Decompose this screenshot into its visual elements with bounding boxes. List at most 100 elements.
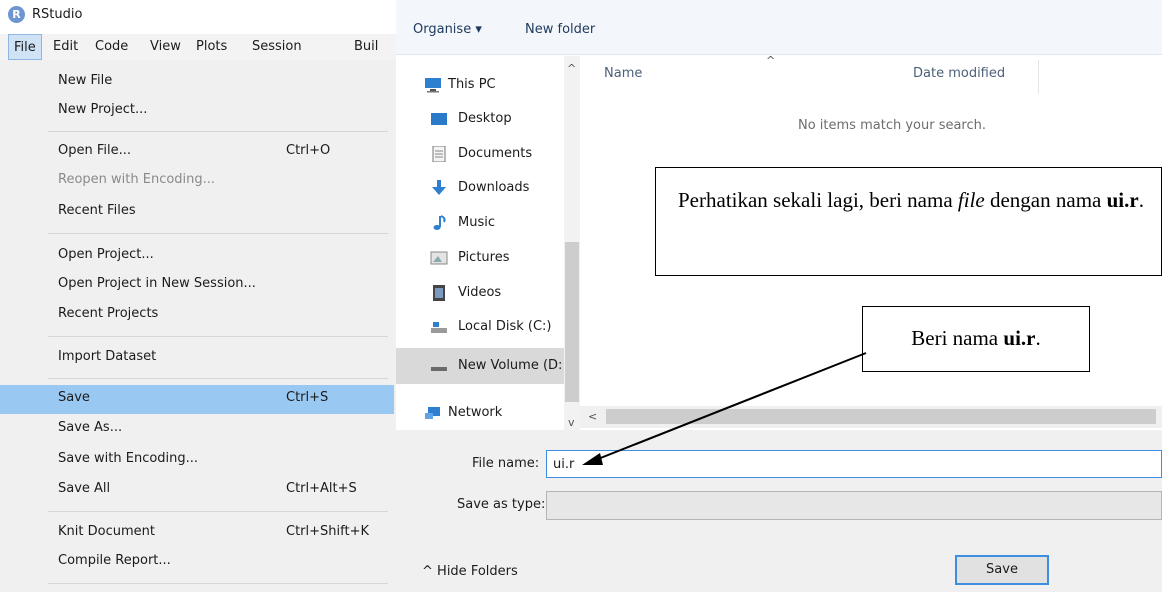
nav-label: Local Disk (C:)	[458, 319, 552, 334]
scroll-up-arrow-icon[interactable]: ^	[567, 62, 576, 75]
download-arrow-icon	[432, 180, 446, 195]
menu-item-shortcut: Ctrl+Shift+K	[286, 524, 369, 539]
nav-label: New Volume (D:	[458, 358, 563, 373]
rstudio-titlebar: R RStudio	[0, 0, 396, 30]
nav-item-new-volume[interactable]: New Volume (D:	[396, 348, 564, 384]
menu-item-recent-files[interactable]: Recent Files	[0, 198, 394, 227]
save-button[interactable]: Save	[955, 555, 1049, 585]
menu-code[interactable]: Code	[95, 34, 128, 60]
menu-item-label: Compile Report...	[58, 553, 171, 568]
nav-item-local-disk[interactable]: Local Disk (C:)	[396, 312, 566, 342]
column-header-date-modified[interactable]: Date modified	[913, 66, 1005, 81]
music-note-icon	[433, 215, 446, 230]
menu-item-compile-report[interactable]: Compile Report...	[0, 548, 394, 577]
nav-label: Pictures	[458, 250, 510, 265]
rstudio-menubar: File Edit Code View Plots Session Buil	[0, 34, 396, 61]
menu-item-label: Open Project...	[58, 247, 154, 262]
menu-item-save-all[interactable]: Save All Ctrl+Alt+S	[0, 476, 394, 505]
menu-item-knit-document[interactable]: Knit Document Ctrl+Shift+K	[0, 519, 394, 548]
menu-separator	[48, 131, 388, 132]
organise-button[interactable]: Organise ▾	[413, 22, 482, 37]
menu-item-save[interactable]: Save Ctrl+S	[0, 385, 394, 414]
nav-item-this-pc[interactable]: This PC	[396, 70, 566, 100]
menu-item-label: Reopen with Encoding...	[58, 172, 216, 187]
menu-item-shortcut: Ctrl+Alt+S	[286, 481, 357, 496]
scrollbar-thumb[interactable]	[606, 409, 1156, 424]
menu-item-save-as[interactable]: Save As...	[0, 415, 394, 444]
new-folder-button[interactable]: New folder	[525, 22, 595, 37]
nav-label: Desktop	[458, 111, 512, 126]
callout-text: .	[1138, 188, 1144, 212]
menu-item-label: New Project...	[58, 102, 148, 117]
nav-label: Network	[448, 405, 503, 420]
menu-item-label: Open File...	[58, 143, 132, 158]
menu-item-open-file[interactable]: Open File... Ctrl+O	[0, 138, 394, 167]
dialog-footer: File name: Save as type: ^ Hide Folders …	[396, 430, 1162, 592]
menu-plots[interactable]: Plots	[196, 34, 227, 60]
callout-text: Perhatikan sekali lagi, beri nama	[678, 188, 958, 212]
documents-icon	[432, 146, 446, 162]
callout-text: dengan nama	[984, 188, 1107, 212]
menu-item-label: Open Project in New Session...	[58, 276, 256, 291]
menu-item-recent-projects[interactable]: Recent Projects	[0, 301, 394, 330]
scroll-down-arrow-icon[interactable]: v	[568, 416, 575, 429]
nav-item-music[interactable]: Music	[396, 208, 566, 238]
rstudio-window: R RStudio File Edit Code View Plots Sess…	[0, 0, 397, 592]
nav-label: This PC	[448, 77, 496, 92]
callout-text-italic: file	[957, 188, 985, 212]
scroll-left-arrow-icon[interactable]: <	[588, 410, 597, 423]
file-list-horizontal-scrollbar[interactable]: <	[580, 406, 1162, 428]
nav-item-videos[interactable]: Videos	[396, 278, 566, 308]
menu-item-shortcut: Ctrl+S	[286, 390, 329, 405]
menu-session[interactable]: Session	[252, 34, 302, 60]
save-as-type-select[interactable]	[546, 491, 1162, 520]
hide-folders-toggle[interactable]: ^ Hide Folders	[422, 564, 518, 579]
menu-item-open-project[interactable]: Open Project...	[0, 242, 394, 271]
menu-item-new-file[interactable]: New File	[0, 68, 394, 97]
sort-ascending-icon: ^	[766, 54, 776, 67]
nav-item-pictures[interactable]: Pictures	[396, 243, 566, 273]
menu-item-new-project[interactable]: New Project...	[0, 97, 394, 126]
nav-item-desktop[interactable]: Desktop	[396, 104, 566, 134]
computer-icon	[425, 78, 441, 93]
menu-item-open-project-new-session[interactable]: Open Project in New Session...	[0, 271, 394, 300]
menu-edit[interactable]: Edit	[53, 34, 78, 60]
menu-item-import-dataset[interactable]: Import Dataset	[0, 344, 394, 373]
column-header-name[interactable]: Name	[604, 66, 642, 81]
nav-label: Videos	[458, 285, 502, 300]
menu-item-label: Recent Projects	[58, 306, 159, 321]
menu-item-label: New File	[58, 73, 113, 88]
pictures-icon	[430, 251, 448, 265]
nav-item-downloads[interactable]: Downloads	[396, 173, 566, 203]
menu-separator	[48, 233, 388, 234]
nav-item-documents[interactable]: Documents	[396, 139, 566, 169]
callout-text-bold: ui.r	[1106, 188, 1139, 212]
menu-item-label: Recent Files	[58, 203, 136, 218]
save-as-type-label: Save as type:	[457, 497, 546, 512]
hide-folders-label: Hide Folders	[437, 564, 518, 579]
desktop-icon	[431, 113, 447, 125]
menu-item-label: Save	[58, 390, 90, 405]
navigation-pane: This PC Desktop Documents Downloads Musi…	[396, 56, 578, 436]
nav-pane-scrollbar[interactable]: ^ v	[564, 56, 580, 436]
menu-separator	[48, 511, 388, 512]
menu-view[interactable]: View	[150, 34, 181, 60]
nav-label: Documents	[458, 146, 533, 161]
instruction-callout: Perhatikan sekali lagi, beri nama file d…	[655, 167, 1162, 276]
nav-label: Music	[458, 215, 495, 230]
save-file-dialog: Organise ▾ New folder This PC Desktop Do…	[396, 0, 1162, 592]
chevron-up-icon: ^	[422, 564, 433, 579]
file-name-label: File name:	[472, 456, 540, 471]
column-divider[interactable]	[1038, 60, 1039, 94]
menu-item-save-with-encoding[interactable]: Save with Encoding...	[0, 446, 394, 475]
scrollbar-thumb[interactable]	[565, 242, 579, 402]
file-name-input[interactable]	[546, 450, 1162, 478]
disk-drive-icon	[431, 322, 447, 333]
menu-item-label: Import Dataset	[58, 349, 157, 364]
nav-item-network[interactable]: Network	[396, 398, 566, 428]
menu-separator	[48, 336, 388, 337]
callout-text: .	[1035, 326, 1041, 350]
menu-build[interactable]: Buil	[354, 34, 378, 60]
menu-file[interactable]: File	[8, 34, 42, 60]
menu-item-reopen-encoding: Reopen with Encoding...	[0, 167, 394, 196]
